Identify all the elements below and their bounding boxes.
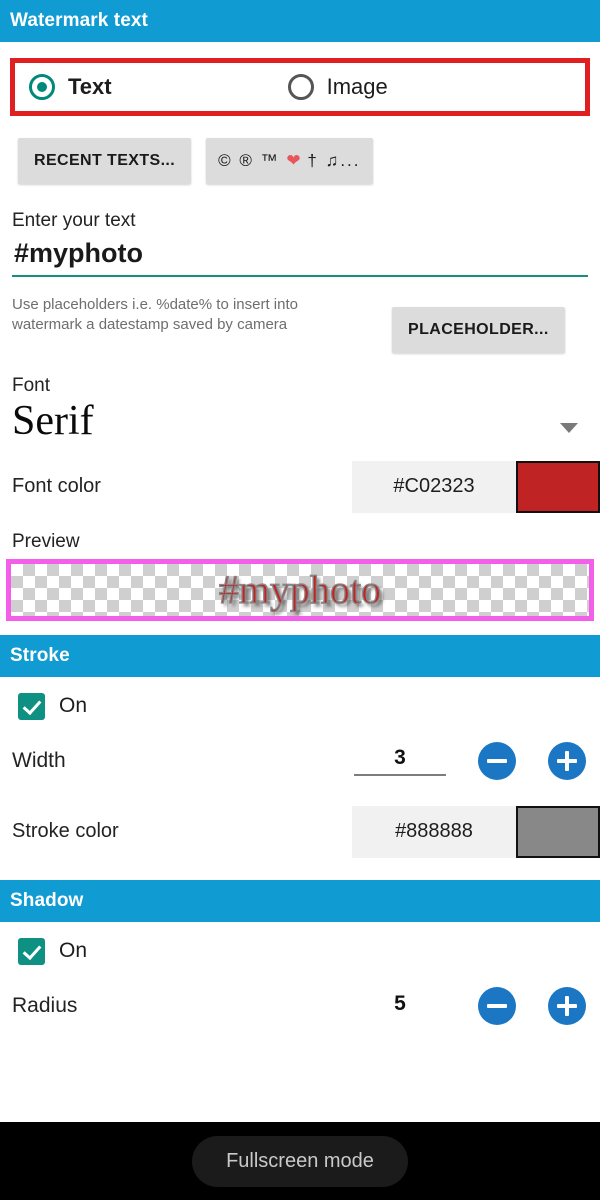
shadow-radius-row: Radius 5 <box>12 986 586 1025</box>
placeholder-hint-row: Use placeholders i.e. %date% to insert i… <box>12 295 588 353</box>
font-color-hex: #C02323 <box>393 475 475 498</box>
stroke-checkbox-icon[interactable] <box>18 692 45 720</box>
placeholder-hint-line1: Use placeholders i.e. %date% to insert i… <box>12 296 298 313</box>
music-note-icon: ♫ <box>325 151 341 170</box>
stroke-color-label: Stroke color <box>12 820 119 843</box>
stroke-width-decrement-button[interactable] <box>478 741 516 780</box>
placeholders-button[interactable]: PLACEHOLDER... <box>392 307 565 353</box>
placeholder-hint-line2: watermark a datestamp saved by camera <box>12 316 288 334</box>
recent-texts-button[interactable]: RECENT TEXTS... <box>18 138 192 184</box>
shadow-radius-increment-button[interactable] <box>548 986 586 1025</box>
placeholder-hint-text: Use placeholders i.e. %date% to insert i… <box>12 295 362 336</box>
enter-text-label: Enter your text <box>12 210 136 231</box>
section-header-stroke: Stroke <box>0 634 600 677</box>
radio-label-text: Text <box>68 74 112 99</box>
section-header-watermark-text: Watermark text <box>0 0 600 42</box>
scroll-content[interactable]: Watermark text Text Image RECENT TEXTS..… <box>0 0 600 1122</box>
stroke-toggle-label: On <box>59 694 88 718</box>
section-header-shadow: Shadow <box>0 879 600 922</box>
shadow-toggle-label: On <box>59 939 88 963</box>
plus-icon-vertical <box>565 995 569 1016</box>
radio-selected-icon[interactable] <box>29 74 55 100</box>
text-action-buttons: RECENT TEXTS... © ® ™ ❤ † ♫... <box>18 138 600 184</box>
symbols-ellipsis: ... <box>340 151 361 170</box>
stroke-toggle-row[interactable]: On <box>18 692 600 720</box>
font-color-row[interactable]: Font color #C02323 <box>0 460 600 513</box>
preview-label: Preview <box>12 530 80 552</box>
watermark-preview: #myphoto <box>6 558 594 621</box>
stroke-width-label: Width <box>12 748 66 772</box>
font-selected-value: Serif <box>12 398 94 444</box>
stroke-color-hex: #888888 <box>395 820 473 843</box>
font-section: Font Serif <box>0 375 600 447</box>
shadow-radius-input[interactable]: 5 <box>354 992 446 1020</box>
stroke-color-picker[interactable]: #888888 <box>352 805 600 858</box>
shadow-radius-value: 5 <box>394 991 406 1015</box>
stroke-width-input[interactable]: 3 <box>354 746 446 776</box>
registered-icon: ® <box>239 151 254 170</box>
special-symbols-button[interactable]: © ® ™ ❤ † ♫... <box>206 138 373 184</box>
stroke-color-row[interactable]: Stroke color #888888 <box>0 805 600 858</box>
bottom-navigation-bar: Fullscreen mode <box>0 1122 600 1200</box>
stroke-width-row: Width 3 <box>12 741 586 780</box>
fullscreen-mode-button[interactable]: Fullscreen mode <box>192 1135 408 1187</box>
watermark-text-input-wrap[interactable]: #myphoto <box>12 238 588 277</box>
stroke-width-increment-button[interactable] <box>548 741 586 780</box>
trademark-icon: ™ <box>260 151 280 170</box>
stroke-color-swatch[interactable] <box>516 805 600 858</box>
radio-option-text[interactable]: Text <box>29 74 112 100</box>
minus-icon <box>487 1003 507 1008</box>
font-color-label: Font color <box>12 475 101 498</box>
shadow-checkbox-icon[interactable] <box>18 937 45 965</box>
shadow-radius-label: Radius <box>12 993 78 1017</box>
preview-watermark-text: #myphoto <box>218 566 382 612</box>
shadow-toggle-row[interactable]: On <box>18 937 600 965</box>
watermark-type-selector[interactable]: Text Image <box>10 58 590 116</box>
copyright-icon: © <box>218 151 233 170</box>
placeholders-button-wrap: PLACEHOLDER... <box>392 307 565 353</box>
heart-icon: ❤ <box>286 151 301 170</box>
shadow-radius-decrement-button[interactable] <box>478 986 516 1025</box>
watermark-text-input[interactable]: #myphoto <box>12 238 588 277</box>
radio-unselected-icon[interactable] <box>287 74 314 100</box>
app-screen: Watermark text Text Image RECENT TEXTS..… <box>0 0 600 1200</box>
minus-icon <box>487 758 507 763</box>
radio-option-image[interactable]: Image <box>287 74 388 100</box>
font-color-swatch[interactable] <box>516 460 600 513</box>
font-color-picker[interactable]: #C02323 <box>352 460 600 513</box>
stroke-width-value: 3 <box>394 745 406 769</box>
chevron-down-icon[interactable] <box>560 422 578 433</box>
radio-label-image: Image <box>326 74 388 99</box>
font-label: Font <box>12 375 51 396</box>
font-dropdown[interactable]: Serif <box>12 397 578 447</box>
cross-icon: † <box>307 151 319 170</box>
plus-icon-vertical <box>565 750 569 771</box>
